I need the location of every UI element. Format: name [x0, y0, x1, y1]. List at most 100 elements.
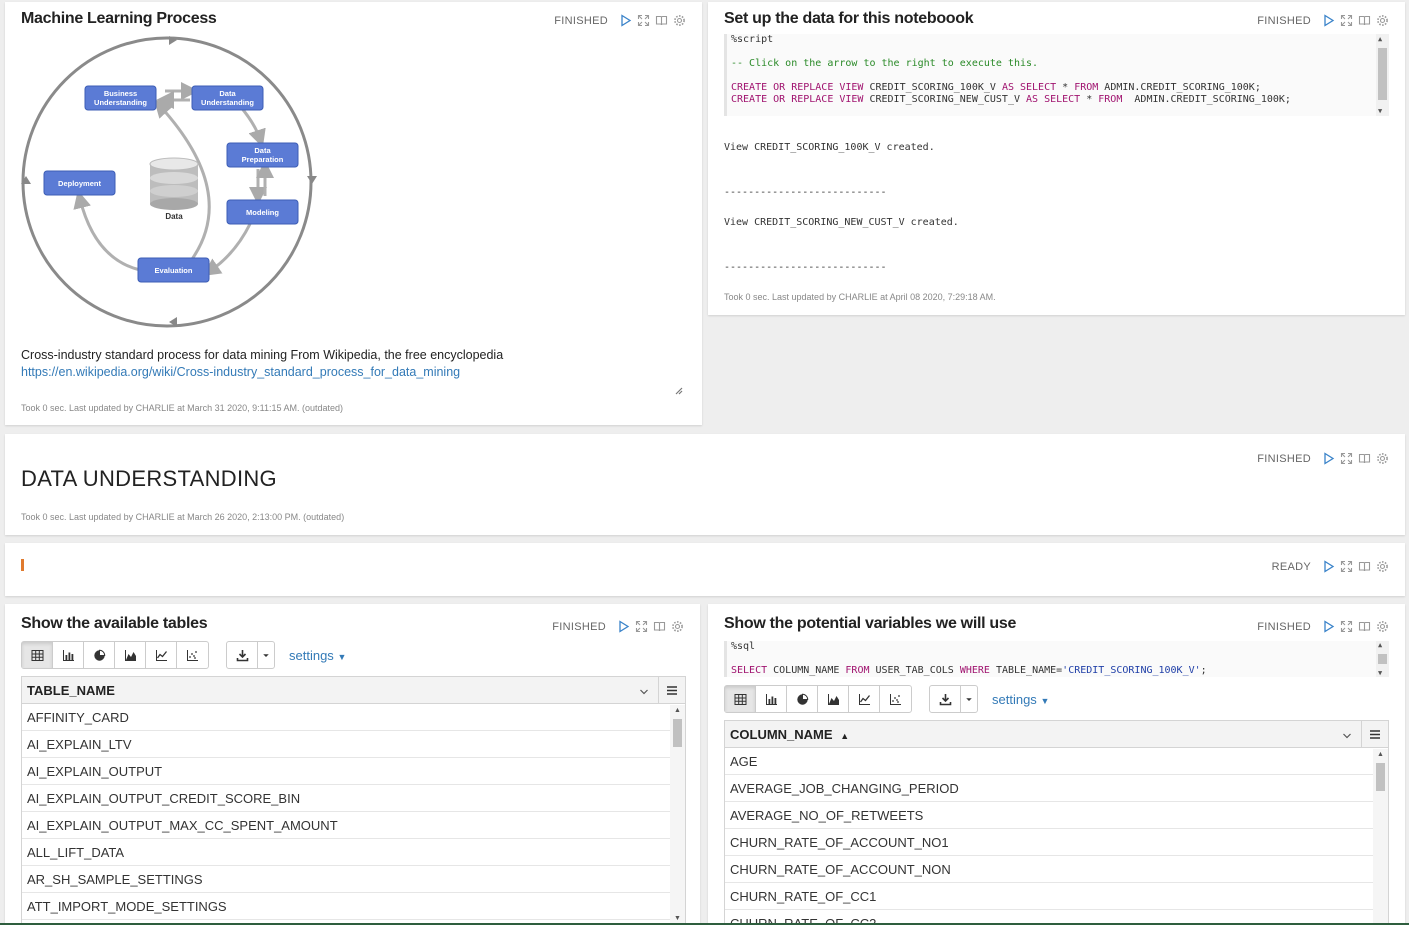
book-icon[interactable] — [653, 620, 666, 633]
table-row[interactable]: AR_SH_SAMPLE_SETTINGS — [22, 866, 670, 893]
grid-scrollbar[interactable]: ▲ ▼ — [670, 705, 685, 924]
run-icon[interactable] — [1322, 14, 1335, 27]
expand-icon[interactable] — [1340, 620, 1353, 633]
table-row[interactable]: AI_EXPLAIN_OUTPUT_MAX_CC_SPENT_AMOUNT — [22, 812, 670, 839]
status-label: FINISHED — [552, 620, 606, 633]
run-icon[interactable] — [619, 14, 632, 27]
book-icon[interactable] — [655, 14, 668, 27]
book-icon[interactable] — [1358, 452, 1371, 465]
book-icon[interactable] — [1358, 14, 1371, 27]
table-row[interactable]: AI_EXPLAIN_LTV — [22, 731, 670, 758]
resize-handle-icon[interactable] — [675, 382, 683, 395]
table-row[interactable]: AI_EXPLAIN_OUTPUT — [22, 758, 670, 785]
settings-dropdown[interactable]: settings ▼ — [992, 692, 1049, 707]
download-button[interactable] — [227, 642, 258, 668]
visualization-toolbar: settings ▼ — [21, 641, 346, 669]
run-icon[interactable] — [1322, 452, 1335, 465]
area-chart-button[interactable] — [818, 686, 849, 712]
grid-header: COLUMN_NAME ▲ — [725, 721, 1388, 748]
expand-icon[interactable] — [637, 14, 650, 27]
code-scrollbar[interactable]: ▲ ▼ — [1376, 34, 1389, 116]
box-data-prep: Data — [254, 146, 271, 155]
paragraph-empty[interactable]: READY — [5, 543, 1405, 596]
box-data-und-2: Understanding — [201, 98, 254, 107]
table-view-button[interactable] — [725, 686, 756, 712]
box-data-und: Data — [219, 89, 236, 98]
table-view-button[interactable] — [22, 642, 53, 668]
bar-chart-icon — [765, 693, 777, 705]
grid-menu-button[interactable] — [658, 677, 685, 703]
caption-text: Cross-industry standard process for data… — [21, 348, 504, 362]
grid-scrollbar[interactable]: ▲ — [1373, 749, 1388, 924]
code-line: %sql — [731, 641, 756, 652]
gear-icon[interactable] — [1376, 452, 1389, 465]
hamburger-icon — [1370, 729, 1380, 739]
table-row[interactable]: AFFINITY_CARD — [22, 704, 670, 731]
grid-header: TABLE_NAME — [22, 677, 685, 704]
code-editor[interactable]: %script -- Click on the arrow to the rig… — [724, 34, 1389, 116]
run-icon[interactable] — [1322, 620, 1335, 633]
column-header[interactable]: COLUMN_NAME ▲ — [730, 727, 849, 742]
line-chart-button[interactable] — [849, 686, 880, 712]
expand-icon[interactable] — [1340, 560, 1353, 573]
book-icon[interactable] — [1358, 620, 1371, 633]
paragraph-footer: Took 0 sec. Last updated by CHARLIE at M… — [21, 512, 345, 522]
expand-icon[interactable] — [1340, 452, 1353, 465]
bar-chart-button[interactable] — [53, 642, 84, 668]
chevron-down-icon[interactable] — [639, 685, 649, 700]
pie-chart-button[interactable] — [787, 686, 818, 712]
output-line: View CREDIT_SCORING_100K_V created. — [724, 142, 935, 153]
run-icon[interactable] — [1322, 560, 1335, 573]
table-row[interactable]: AI_EXPLAIN_OUTPUT_CREDIT_SCORE_BIN — [22, 785, 670, 812]
line-chart-icon — [858, 693, 870, 705]
paragraph-footer: Took 0 sec. Last updated by CHARLIE at M… — [21, 403, 344, 413]
gear-icon[interactable] — [1376, 560, 1389, 573]
chevron-down-icon[interactable] — [1342, 729, 1352, 744]
code-scrollbar[interactable]: ▲ ▼ — [1376, 641, 1389, 677]
results-grid: COLUMN_NAME ▲ AGE AVERAGE_JOB_CHANGING_P… — [724, 720, 1389, 925]
download-dropdown-button[interactable] — [961, 686, 977, 712]
paragraph-potential-variables: Show the potential variables we will use… — [708, 604, 1405, 925]
paragraph-controls: FINISHED — [1257, 14, 1389, 27]
pie-chart-button[interactable] — [84, 642, 115, 668]
caret-down-icon — [966, 697, 972, 701]
code-line: CREATE OR REPLACE VIEW CREDIT_SCORING_10… — [731, 82, 1261, 93]
table-row[interactable]: AGE — [725, 748, 1373, 775]
table-row[interactable]: CHURN_RATE_OF_CC1 — [725, 883, 1373, 910]
line-chart-button[interactable] — [146, 642, 177, 668]
table-row[interactable]: ALL_LIFT_DATA — [22, 839, 670, 866]
table-row[interactable]: CHURN_RATE_OF_ACCOUNT_NON — [725, 856, 1373, 883]
run-icon[interactable] — [617, 620, 630, 633]
gear-icon[interactable] — [673, 14, 686, 27]
table-row[interactable]: ATT_IMPORT_MODE_SETTINGS — [22, 893, 670, 920]
column-header[interactable]: TABLE_NAME — [27, 683, 115, 698]
code-editor[interactable]: %sql SELECT COLUMN_NAME FROM USER_TAB_CO… — [724, 641, 1389, 677]
gear-icon[interactable] — [671, 620, 684, 633]
grid-menu-button[interactable] — [1361, 721, 1388, 747]
table-row[interactable]: AVERAGE_NO_OF_RETWEETS — [725, 802, 1373, 829]
table-row[interactable]: AVERAGE_JOB_CHANGING_PERIOD — [725, 775, 1373, 802]
grid-body: AGE AVERAGE_JOB_CHANGING_PERIOD AVERAGE_… — [725, 748, 1373, 924]
scatter-chart-button[interactable] — [177, 642, 208, 668]
box-modeling: Modeling — [246, 208, 279, 217]
download-button[interactable] — [930, 686, 961, 712]
settings-dropdown[interactable]: settings ▼ — [289, 648, 346, 663]
table-row[interactable]: CHURN_RATE_OF_ACCOUNT_NO1 — [725, 829, 1373, 856]
hamburger-icon — [667, 685, 677, 695]
expand-icon[interactable] — [1340, 14, 1353, 27]
book-icon[interactable] — [1358, 560, 1371, 573]
status-label: FINISHED — [1257, 14, 1311, 27]
expand-icon[interactable] — [635, 620, 648, 633]
code-line: SELECT COLUMN_NAME FROM USER_TAB_COLS WH… — [731, 665, 1207, 676]
bar-chart-button[interactable] — [756, 686, 787, 712]
gear-icon[interactable] — [1376, 14, 1389, 27]
status-label: FINISHED — [1257, 620, 1311, 633]
paragraph-controls: FINISHED — [1257, 452, 1389, 465]
gear-icon[interactable] — [1376, 620, 1389, 633]
sort-ascending-icon: ▲ — [840, 731, 850, 741]
wikipedia-link[interactable]: https://en.wikipedia.org/wiki/Cross-indu… — [21, 365, 460, 379]
scatter-chart-button[interactable] — [880, 686, 911, 712]
download-dropdown-button[interactable] — [258, 642, 274, 668]
chart-type-group — [724, 685, 912, 713]
area-chart-button[interactable] — [115, 642, 146, 668]
